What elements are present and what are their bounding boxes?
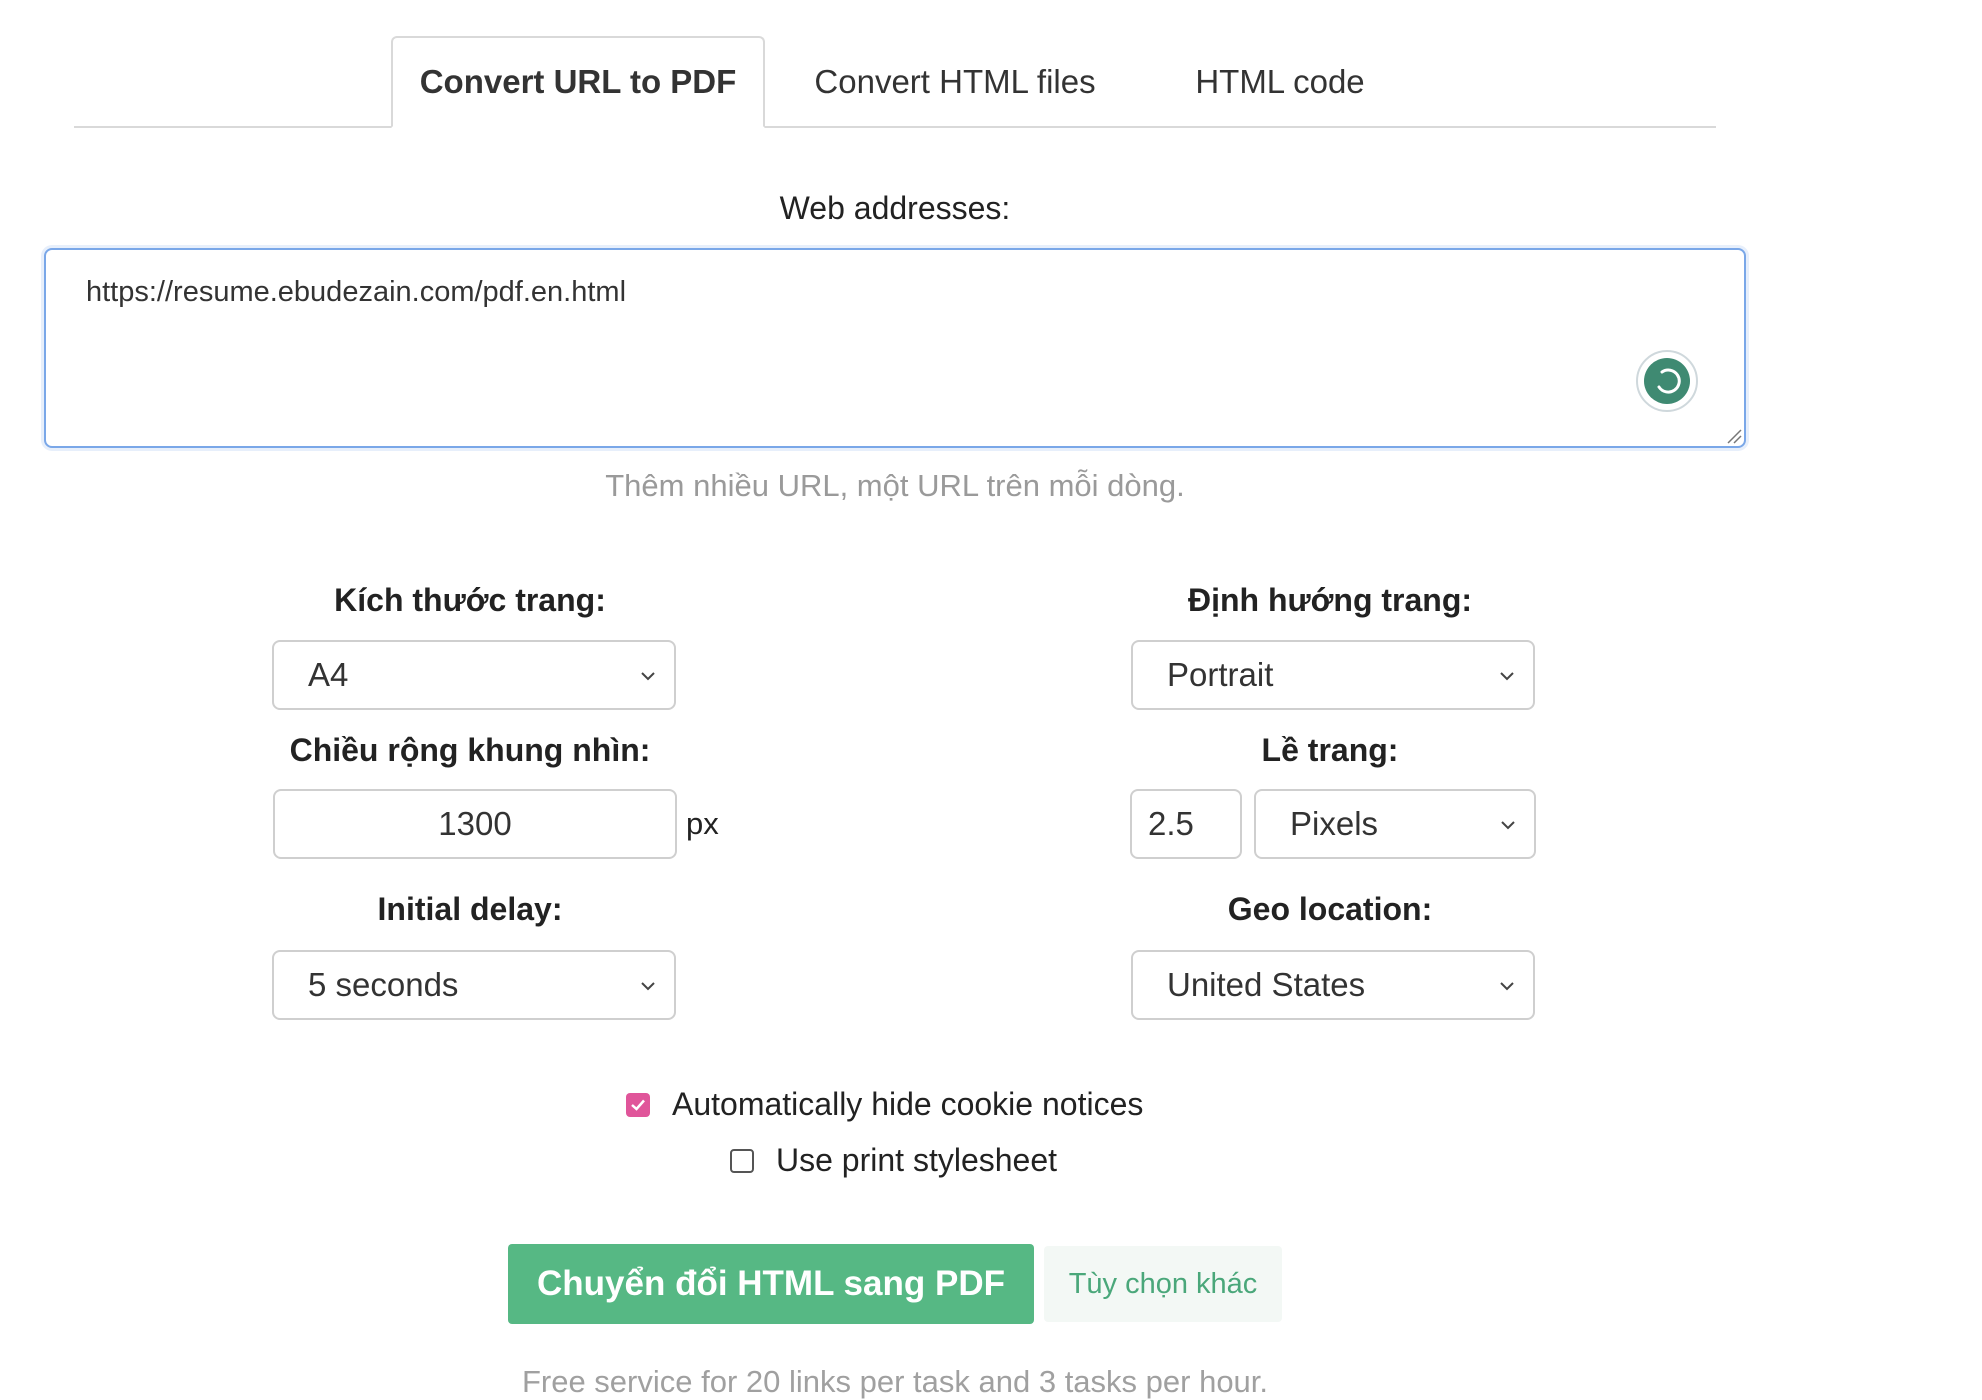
initial-delay-value: 5 seconds xyxy=(308,966,459,1003)
hide-cookie-notices-label: Automatically hide cookie notices xyxy=(672,1086,1144,1122)
convert-button[interactable]: Chuyển đổi HTML sang PDF xyxy=(508,1244,1034,1324)
chevron-down-icon xyxy=(1500,982,1514,991)
orientation-value: Portrait xyxy=(1167,656,1274,693)
orientation-label: Định hướng trang: xyxy=(1187,582,1473,618)
geo-location-value: United States xyxy=(1167,966,1366,1003)
margin-unit-select[interactable]: Pixels xyxy=(1254,789,1536,859)
viewport-width-unit: px xyxy=(686,806,719,841)
chevron-down-icon xyxy=(641,672,655,681)
viewport-width-value: 1300 xyxy=(438,805,512,842)
tab-html-code[interactable]: HTML code xyxy=(1150,36,1410,128)
tab-convert-url[interactable]: Convert URL to PDF xyxy=(391,36,765,128)
tab-label: HTML code xyxy=(1195,63,1365,100)
tab-label: Convert HTML files xyxy=(814,63,1096,100)
margin-label: Lề trang: xyxy=(1261,732,1399,768)
web-addresses-label: Web addresses: xyxy=(779,190,1011,226)
usage-limit-note: Free service for 20 links per task and 3… xyxy=(521,1364,1269,1399)
resize-grip-icon[interactable] xyxy=(1726,428,1742,444)
checkmark-icon xyxy=(631,1099,645,1111)
geo-location-select[interactable]: United States xyxy=(1131,950,1535,1020)
orientation-select[interactable]: Portrait xyxy=(1131,640,1535,710)
tab-convert-html-files[interactable]: Convert HTML files xyxy=(790,36,1120,128)
viewport-width-label: Chiều rộng khung nhìn: xyxy=(289,732,651,768)
initial-delay-select[interactable]: 5 seconds xyxy=(272,950,676,1020)
url-textarea-value: https://resume.ebudezain.com/pdf.en.html xyxy=(86,276,627,308)
print-stylesheet-label: Use print stylesheet xyxy=(776,1142,1058,1178)
more-options-button[interactable]: Tùy chọn khác xyxy=(1044,1246,1282,1322)
chevron-down-icon xyxy=(1500,672,1514,681)
hide-cookie-notices-option[interactable]: Automatically hide cookie notices xyxy=(626,1086,1143,1123)
geo-location-label: Geo location: xyxy=(1227,891,1433,927)
page-size-select[interactable]: A4 xyxy=(272,640,676,710)
page-size-label: Kích thước trang: xyxy=(334,582,606,618)
tab-label: Convert URL to PDF xyxy=(419,63,737,100)
loading-spinner-core xyxy=(1644,358,1690,404)
margin-unit-value: Pixels xyxy=(1290,805,1379,842)
hide-cookie-notices-checkbox[interactable] xyxy=(626,1092,650,1117)
print-stylesheet-checkbox[interactable] xyxy=(730,1148,754,1173)
initial-delay-label: Initial delay: xyxy=(377,891,563,927)
url-hint: Thêm nhiều URL, một URL trên mỗi dòng. xyxy=(605,468,1185,503)
margin-input[interactable]: 2.5 xyxy=(1130,789,1242,859)
chevron-down-icon xyxy=(641,982,655,991)
viewport-width-input[interactable]: 1300 xyxy=(273,789,677,859)
page-size-value: A4 xyxy=(308,656,349,693)
margin-value: 2.5 xyxy=(1148,805,1194,842)
print-stylesheet-option[interactable]: Use print stylesheet xyxy=(730,1142,1057,1179)
chevron-down-icon xyxy=(1501,821,1515,830)
